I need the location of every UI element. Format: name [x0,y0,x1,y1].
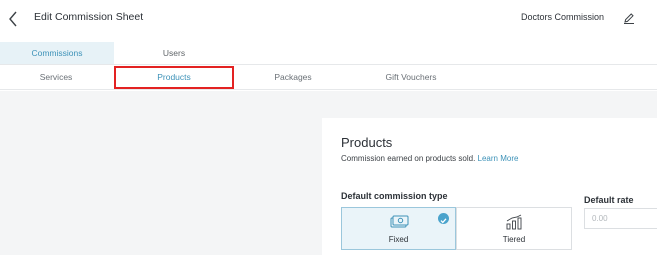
cash-icon [389,214,409,230]
learn-more-link[interactable]: Learn More [478,154,519,163]
tab-users[interactable]: Users [114,42,234,64]
page-title: Edit Commission Sheet [34,11,144,23]
top-bar: Edit Commission Sheet Doctors Commission [0,0,657,38]
chevron-left-icon [9,11,17,27]
section-title: Products [341,135,393,150]
tab-packages[interactable]: Packages [234,65,352,89]
secondary-tab-bar: Services Products Packages Gift Vouchers [0,64,657,90]
tab-products[interactable]: Products [116,65,232,89]
tab-services[interactable]: Services [0,65,112,89]
section-description: Commission earned on products sold. Lear… [341,154,518,163]
fixed-option-label: Fixed [388,235,409,244]
edit-name-button[interactable] [622,11,636,25]
pencil-icon [624,13,634,24]
commission-type-label: Default commission type [341,191,448,201]
tab-commissions[interactable]: Commissions [0,42,114,64]
commission-sheet-name: Doctors Commission [521,12,605,22]
tiered-option-label: Tiered [502,235,526,244]
section-description-text: Commission earned on products sold. [341,154,476,163]
back-button[interactable] [6,10,22,28]
bar-chart-icon [504,214,524,230]
commission-type-fixed-option[interactable]: Fixed [341,207,456,250]
default-rate-label: Default rate [584,195,634,205]
primary-tab-bar: Commissions Users [0,42,657,64]
checkmark-icon [438,213,449,224]
default-rate-input[interactable]: 0.00 [584,208,657,229]
commission-type-tiered-option[interactable]: Tiered [456,207,572,250]
tab-gift-vouchers[interactable]: Gift Vouchers [352,65,470,89]
